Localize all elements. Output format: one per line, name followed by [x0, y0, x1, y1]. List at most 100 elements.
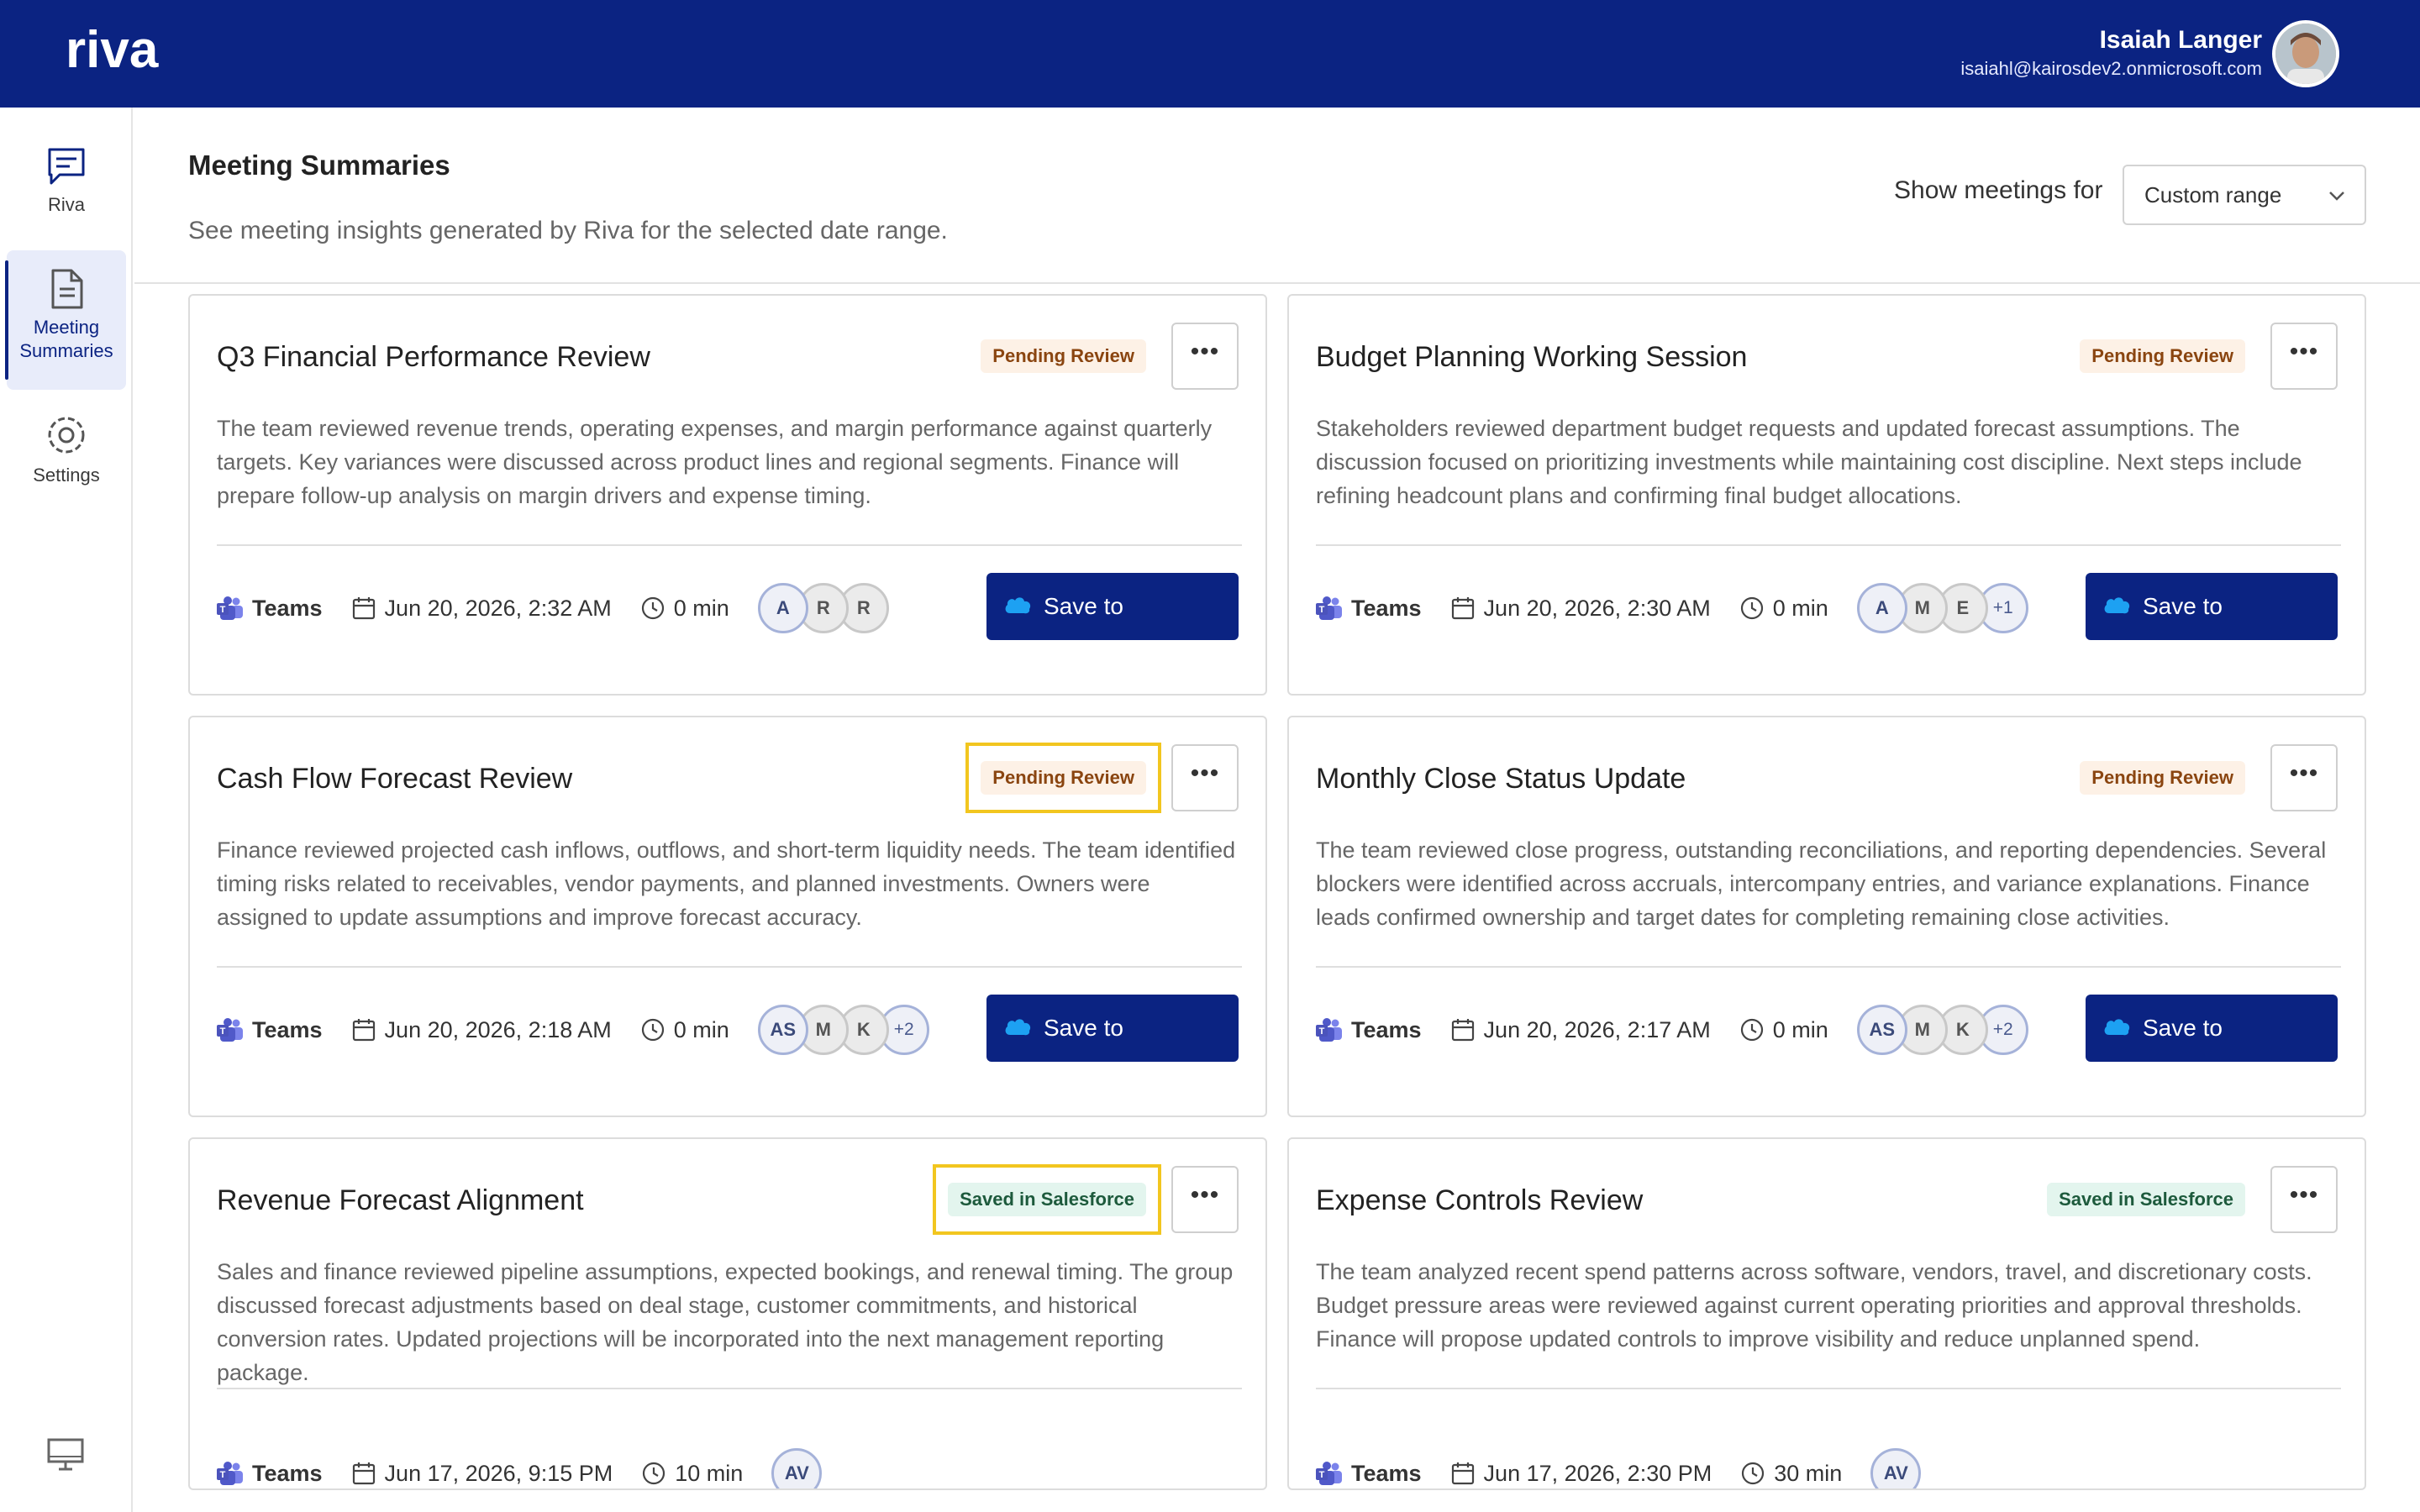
meeting-meta: T Teams Jun 17, 2026, 9:15 PM 10 min AV: [217, 1440, 823, 1488]
meeting-card[interactable]: Q3 Financial Performance Review Pending …: [188, 294, 1267, 696]
badge-highlight-box: [965, 743, 1161, 813]
more-options-button[interactable]: •••: [2270, 323, 2338, 390]
avatar[interactable]: [2272, 20, 2339, 87]
teams-icon: T: [1316, 596, 1342, 620]
ellipsis-icon: •••: [2289, 1181, 2319, 1209]
ellipsis-icon: •••: [1190, 1181, 1220, 1209]
meeting-title: Expense Controls Review: [1316, 1184, 1644, 1216]
status-badge: Pending Review: [2080, 339, 2245, 373]
more-options-button[interactable]: •••: [2270, 744, 2338, 811]
meeting-date: Jun 20, 2026, 2:32 AM: [351, 596, 612, 622]
status-badge: Pending Review: [2080, 761, 2245, 795]
date-label: Jun 20, 2026, 2:30 AM: [1483, 595, 1711, 621]
meeting-duration: 0 min: [1739, 596, 1828, 622]
status-badge: Saved in Salesforce: [2047, 1183, 2245, 1216]
meeting-description: The team reviewed close progress, outsta…: [1316, 837, 2327, 930]
participant-list[interactable]: ARR: [757, 583, 889, 633]
avatar-photo: [2275, 24, 2336, 84]
participant-list[interactable]: AV: [771, 1448, 823, 1488]
more-options-button[interactable]: •••: [1171, 323, 1239, 390]
clock-icon: [641, 1018, 664, 1042]
platform-label: Teams: [1351, 595, 1422, 621]
clock-icon: [1740, 596, 1763, 620]
meeting-title: Budget Planning Working Session: [1316, 341, 1748, 373]
meeting-meta: T Teams Jun 17, 2026, 2:30 PM 30 min AV: [1316, 1440, 1922, 1488]
participant-avatar[interactable]: AV: [771, 1448, 823, 1488]
page-subtitle: See meeting insights generated by Riva f…: [188, 217, 948, 244]
meeting-duration: 10 min: [641, 1461, 743, 1487]
more-options-button[interactable]: •••: [1171, 744, 1239, 811]
chevron-down-icon: [2329, 192, 2344, 201]
sidebar-item-settings[interactable]: Settings: [7, 412, 126, 504]
card-divider: [217, 544, 1242, 546]
platform-label: Teams: [1351, 1460, 1422, 1486]
meeting-meta: T Teams Jun 20, 2026, 2:30 AM 0 min A M …: [1316, 575, 2028, 642]
more-options-button[interactable]: •••: [2270, 1166, 2338, 1233]
meeting-description: Finance reviewed projected cash inflows,…: [217, 837, 1236, 930]
gear-icon: [48, 417, 85, 454]
save-to-salesforce-label: Save to Salesforce: [1044, 593, 1155, 686]
meeting-title: Cash Flow Forecast Review: [217, 763, 573, 795]
meeting-card[interactable]: Monthly Close Status Update Pending Revi…: [1287, 716, 2366, 1117]
meeting-meta: T Teams Jun 20, 2026, 2:17 AM 0 min AS M…: [1316, 996, 2028, 1063]
meeting-description: Sales and finance reviewed pipeline assu…: [217, 1259, 1234, 1385]
calendar-icon: [1451, 1462, 1474, 1485]
document-icon: [51, 269, 83, 309]
meeting-date: Jun 20, 2026, 2:18 AM: [351, 1017, 612, 1043]
salesforce-cloud-icon: [1005, 597, 1031, 614]
salesforce-cloud-icon: [2104, 597, 2130, 614]
platform-label: Teams: [252, 1016, 323, 1042]
meeting-duration: 0 min: [640, 1017, 729, 1043]
meeting-card[interactable]: Expense Controls Review Saved in Salesfo…: [1287, 1137, 2366, 1490]
calendar-icon: [1451, 597, 1474, 620]
participant-avatar[interactable]: AS: [1856, 1005, 1907, 1055]
svg-text:T: T: [220, 605, 226, 615]
participant-list[interactable]: AV: [1870, 1448, 1922, 1488]
user-email: isaiahl@kairosdev2.onmicrosoft.com: [1960, 58, 2262, 79]
sidebar-item-label: Riva: [47, 194, 85, 215]
meeting-description: The team reviewed revenue trends, operat…: [217, 416, 1213, 508]
save-to-salesforce-button[interactable]: Save to Salesforce: [2086, 573, 2338, 686]
duration-label: 30 min: [1774, 1460, 1843, 1486]
card-divider: [217, 966, 1242, 968]
duration-label: 0 min: [673, 1016, 729, 1042]
meeting-date: Jun 17, 2026, 2:30 PM: [1450, 1461, 1712, 1487]
status-badge: Pending Review: [981, 339, 1146, 373]
salesforce-cloud-icon: [1005, 1019, 1031, 1036]
save-to-salesforce-button[interactable]: Save to Salesforce: [986, 995, 1239, 1108]
more-options-button[interactable]: •••: [1171, 1166, 1239, 1233]
save-to-salesforce-button[interactable]: Save to Salesforce: [2086, 995, 2338, 1108]
sidebar-item-riva[interactable]: Riva: [7, 144, 126, 245]
badge-highlight-box: [933, 1164, 1161, 1235]
user-profile[interactable]: Isaiah Langer isaiahl@kairosdev2.onmicro…: [1960, 20, 2339, 87]
participant-list[interactable]: AS M K +2: [757, 1005, 929, 1055]
meeting-date: Jun 20, 2026, 2:17 AM: [1450, 1017, 1711, 1043]
platform-label: Teams: [252, 595, 323, 621]
clock-icon: [1742, 1462, 1765, 1485]
card-divider: [1316, 1388, 2341, 1389]
participant-avatar[interactable]: AS: [757, 1005, 808, 1055]
meeting-description: Stakeholders reviewed department budget …: [1316, 416, 2302, 508]
svg-text:T: T: [1319, 605, 1325, 615]
participant-list[interactable]: A M E +1: [1856, 583, 2028, 633]
monitor-icon[interactable]: [47, 1438, 84, 1472]
participant-avatar[interactable]: A: [757, 583, 808, 633]
ellipsis-icon: •••: [1190, 759, 1220, 787]
participant-avatar[interactable]: A: [1856, 583, 1907, 633]
platform: T Teams: [217, 1461, 323, 1487]
meeting-card[interactable]: Budget Planning Working Session Pending …: [1287, 294, 2366, 696]
chat-icon: [48, 148, 85, 185]
participant-list[interactable]: AS M K +2: [1856, 1005, 2028, 1055]
date-range-select[interactable]: Custom range: [2123, 165, 2366, 225]
participant-avatar[interactable]: AV: [1870, 1448, 1922, 1488]
save-to-salesforce-button[interactable]: Save to Salesforce: [986, 573, 1239, 686]
duration-label: 10 min: [675, 1460, 744, 1486]
card-divider: [217, 1388, 1242, 1389]
save-to-salesforce-label: Save to Salesforce: [1044, 1015, 1155, 1108]
logo-text: riva: [66, 25, 159, 79]
platform: T Teams: [217, 596, 323, 622]
sidebar-item-meeting-summaries[interactable]: Meeting Summaries: [5, 250, 126, 390]
duration-label: 0 min: [1772, 595, 1828, 621]
riva-logo[interactable]: riva: [66, 25, 200, 79]
ellipsis-icon: •••: [1190, 338, 1220, 365]
